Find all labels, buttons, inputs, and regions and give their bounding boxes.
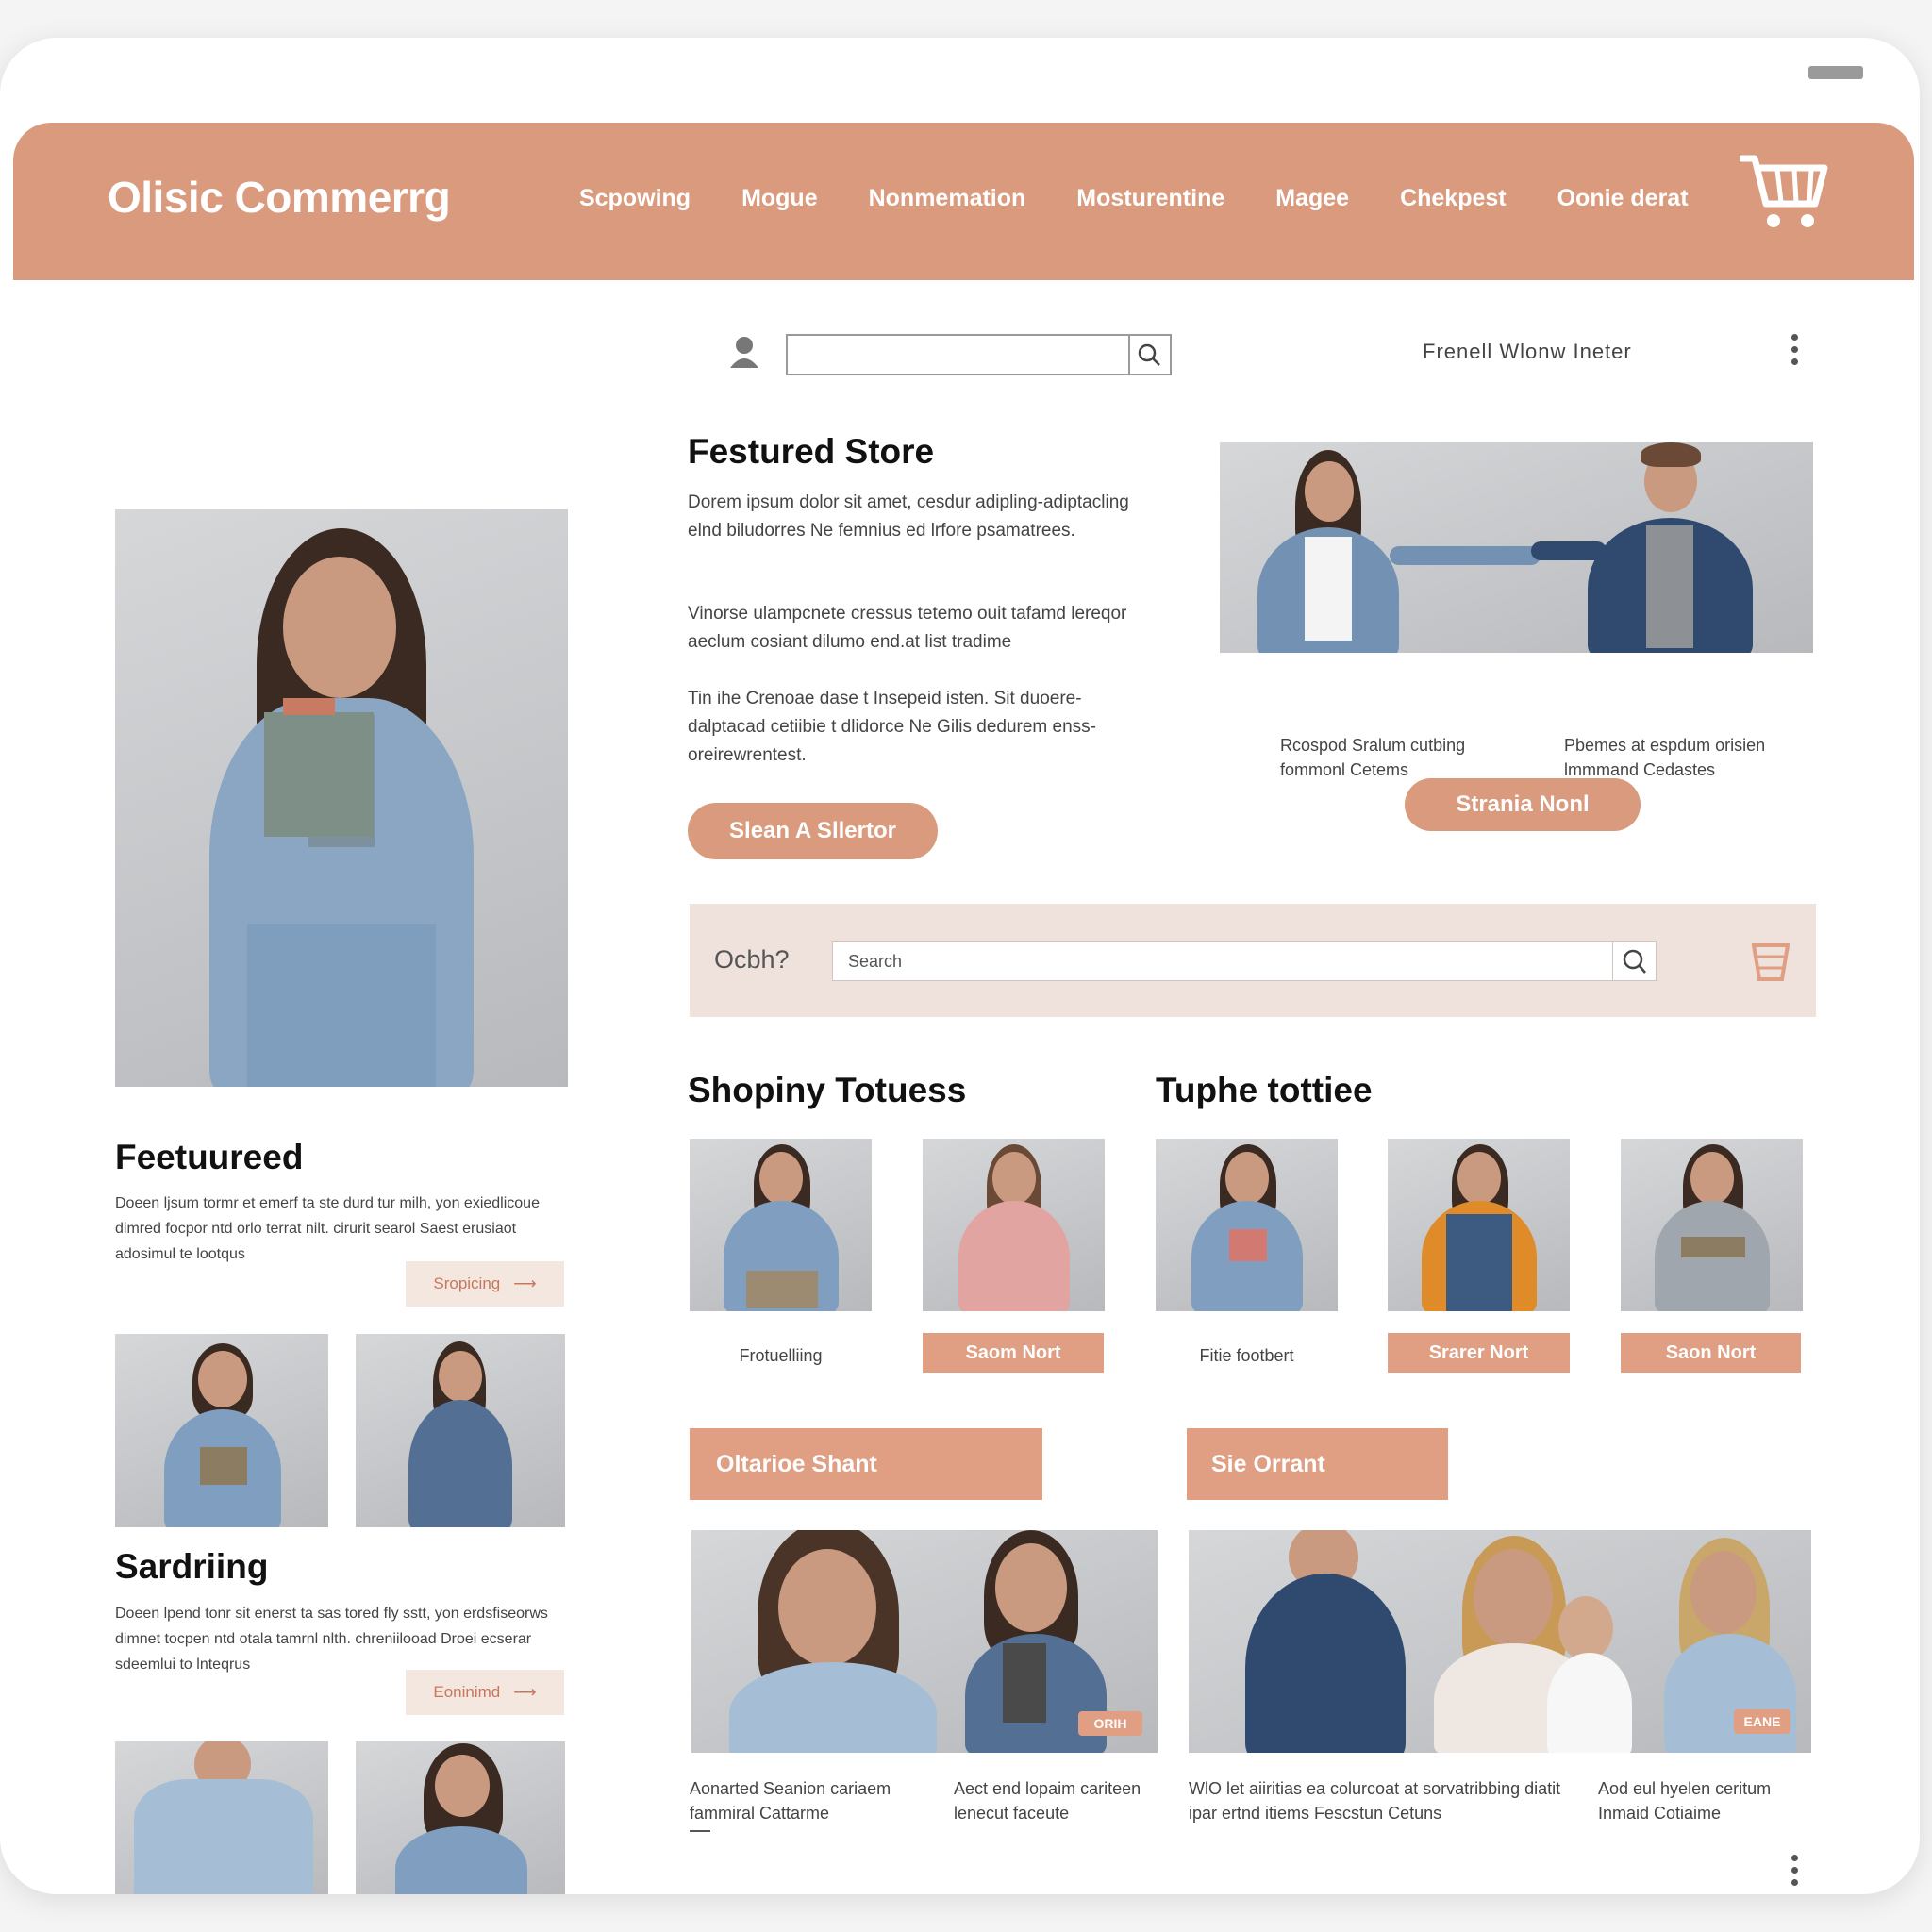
promo-caption: Aod eul hyelen ceritum Inmaid Cotiaime bbox=[1598, 1779, 1772, 1823]
nav-item[interactable]: Chekpest bbox=[1400, 185, 1507, 212]
product-label: Fitie footbert bbox=[1199, 1346, 1294, 1365]
sardring-button[interactable]: Eoninimd ⟶ bbox=[406, 1670, 564, 1715]
nav-item[interactable]: Mosturentine bbox=[1076, 185, 1224, 212]
featured-store-button[interactable]: Slean A Sllertor bbox=[688, 803, 938, 859]
product-image[interactable] bbox=[923, 1139, 1105, 1311]
product-image[interactable] bbox=[690, 1139, 872, 1311]
divider bbox=[690, 1830, 710, 1832]
promo-button-left[interactable]: Oltarioe Shant bbox=[690, 1428, 1042, 1500]
product-button[interactable]: Saom Nort bbox=[923, 1333, 1104, 1373]
user-icon[interactable] bbox=[728, 336, 760, 370]
promo-badge: ORIH bbox=[1078, 1711, 1142, 1736]
thumb-image bbox=[356, 1334, 565, 1527]
basket-icon[interactable] bbox=[1752, 941, 1790, 983]
hero-caption-right: Pbemes at espdum orisien lmmmand Cedaste… bbox=[1564, 736, 1766, 779]
hero-caption-left: Rcospod Sralum cutbing fommonl Cetems bbox=[1280, 736, 1466, 779]
left-featured-button-label: Sropicing bbox=[433, 1274, 501, 1292]
left-featured-title: Feetuureed bbox=[115, 1138, 304, 1176]
product-button[interactable]: Saon Nort bbox=[1621, 1333, 1801, 1373]
promo-caption: Aect end lopaim cariteen lenecut faceute bbox=[954, 1779, 1141, 1823]
search-icon bbox=[1138, 343, 1160, 366]
promo-button-right[interactable]: Sie Orrant bbox=[1187, 1428, 1448, 1500]
sardring-text: Doeen lpend tonr sit enerst ta sas tored… bbox=[115, 1606, 548, 1673]
search-strip-placeholder: Search bbox=[848, 952, 903, 971]
nav-item[interactable]: Oonie derat bbox=[1557, 185, 1689, 212]
promo-image-left: ORIH bbox=[691, 1530, 1158, 1753]
app-window: Olisic Commerrg Scpowing Mogue Nonmemati… bbox=[0, 38, 1920, 1894]
site-header: Olisic Commerrg Scpowing Mogue Nonmemati… bbox=[13, 123, 1914, 280]
search-strip-input[interactable]: Search bbox=[832, 941, 1657, 981]
nav-item[interactable]: Scpowing bbox=[579, 185, 691, 212]
product-image[interactable] bbox=[1388, 1139, 1570, 1311]
thumb-image bbox=[115, 1741, 328, 1894]
featured-store-para-3: Tin ihe Crenoae dase t Insepeid isten. S… bbox=[688, 689, 1096, 765]
sardring-button-label: Eoninimd bbox=[433, 1683, 501, 1701]
search-icon bbox=[1623, 949, 1646, 974]
product-image[interactable] bbox=[1156, 1139, 1338, 1311]
left-featured-button[interactable]: Sropicing ⟶ bbox=[406, 1261, 564, 1307]
featured-store-para-2: Vinorse ulampcnete cressus tetemo ouit t… bbox=[688, 604, 1127, 652]
more-menu-icon[interactable] bbox=[1791, 334, 1801, 365]
arrow-right-icon: ⟶ bbox=[513, 1274, 537, 1292]
product-label: Frotuelliing bbox=[739, 1346, 823, 1365]
nav-item[interactable]: Magee bbox=[1275, 185, 1349, 212]
top-link[interactable]: Frenell Wlonw Ineter bbox=[1423, 340, 1632, 364]
nav-item[interactable]: Nonmemation bbox=[869, 185, 1026, 212]
shop-title-right: Tuphe tottiee bbox=[1156, 1071, 1373, 1109]
featured-store-title: Festured Store bbox=[688, 432, 935, 471]
search-strip-button[interactable] bbox=[1612, 942, 1656, 980]
left-featured-text: Doeen ljsum tormr et emerf ta ste durd t… bbox=[115, 1195, 540, 1262]
search-button[interactable] bbox=[1128, 336, 1170, 374]
site-logo[interactable]: Olisic Commerrg bbox=[108, 172, 451, 223]
promo-badge: EANE bbox=[1734, 1709, 1790, 1734]
thumb-image bbox=[356, 1741, 565, 1894]
featured-model-image bbox=[115, 509, 568, 1087]
thumb-image bbox=[115, 1334, 328, 1527]
arrow-right-icon: ⟶ bbox=[513, 1683, 537, 1701]
hero-button[interactable]: Strania Nonl bbox=[1405, 778, 1641, 831]
promo-image-right: EANE bbox=[1189, 1530, 1811, 1753]
cart-icon[interactable] bbox=[1740, 151, 1830, 234]
search-input[interactable] bbox=[786, 334, 1172, 375]
shop-title-left: Shopiny Totuess bbox=[688, 1071, 967, 1109]
promo-caption: Aonarted Seanion cariaem fammiral Cattar… bbox=[690, 1779, 891, 1823]
product-image[interactable] bbox=[1621, 1139, 1803, 1311]
search-strip: Ocbh? Search bbox=[690, 904, 1816, 1017]
product-button[interactable]: Srarer Nort bbox=[1388, 1333, 1570, 1373]
sardring-title: Sardriing bbox=[115, 1547, 269, 1586]
featured-hero-image bbox=[1220, 442, 1813, 653]
nav-item[interactable]: Mogue bbox=[741, 185, 818, 212]
featured-store-para-1: Dorem ipsum dolor sit amet, cesdur adipl… bbox=[688, 492, 1129, 541]
search-strip-label: Ocbh? bbox=[714, 945, 790, 974]
main-nav: Scpowing Mogue Nonmemation Mosturentine … bbox=[579, 185, 1740, 212]
window-handle bbox=[1808, 66, 1863, 79]
promo-caption: WlO let aiiritias ea colurcoat at sorvat… bbox=[1189, 1779, 1561, 1823]
more-menu-icon[interactable] bbox=[1791, 1855, 1801, 1886]
